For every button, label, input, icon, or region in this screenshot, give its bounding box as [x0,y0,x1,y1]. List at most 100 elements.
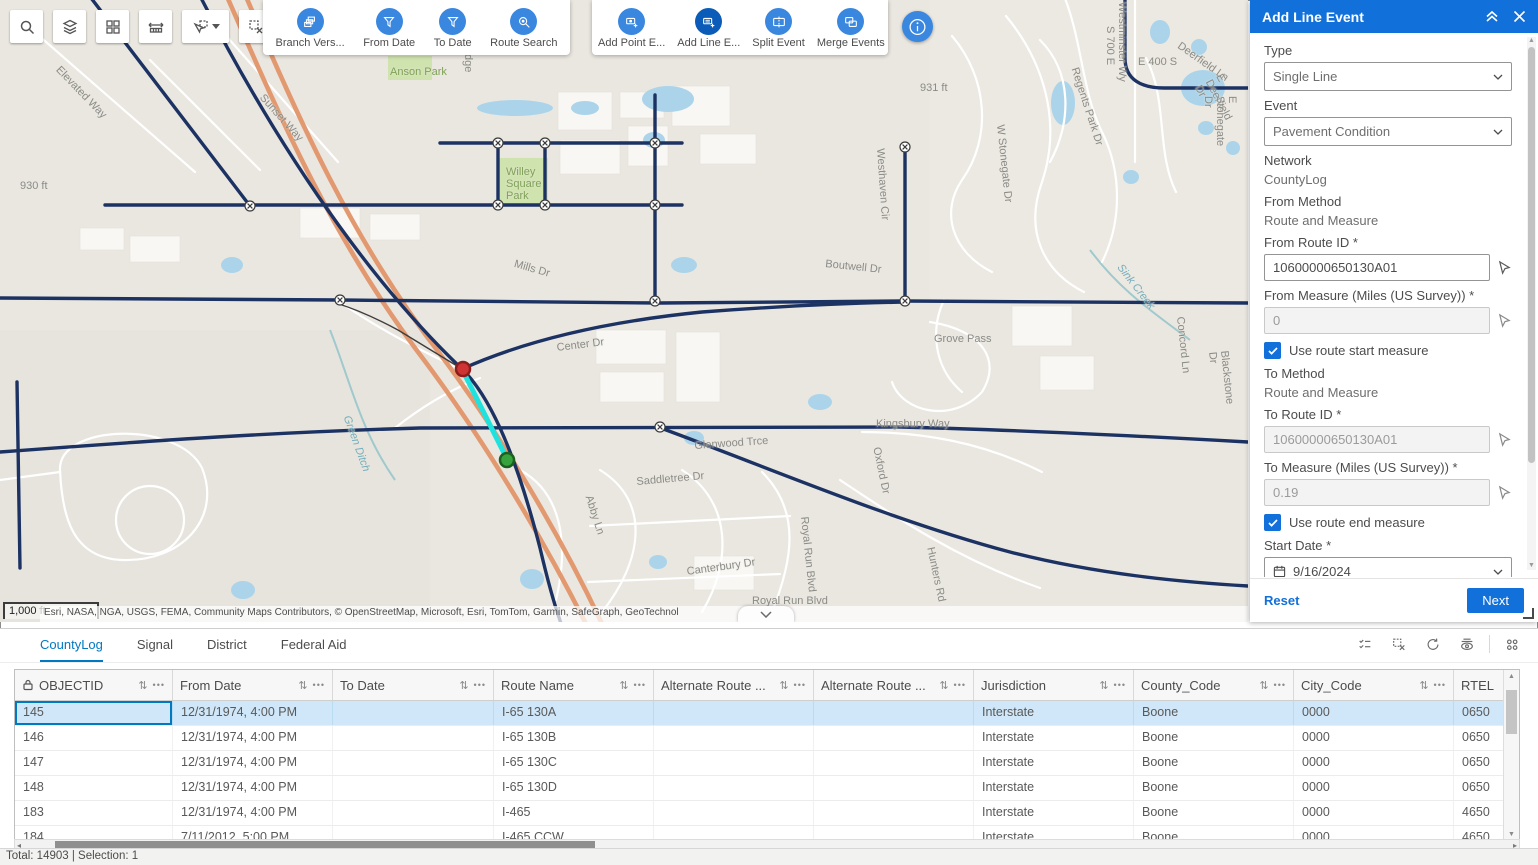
column-menu-icon[interactable]: ••• [313,680,325,690]
add-point-event-button[interactable]: Add Point E... [592,4,671,51]
table-cell[interactable] [654,701,814,725]
close-panel-button[interactable] [1513,10,1526,23]
table-row[interactable]: 14512/31/1974, 4:00 PMI-65 130AInterstat… [15,701,1519,726]
to-measure-input[interactable]: 0.19 [1264,479,1490,506]
table-row[interactable]: 14712/31/1974, 4:00 PM I-65 130C Interstat… [15,751,1519,776]
sort-icon[interactable]: ⇅ [459,679,468,692]
table-cell[interactable]: I-465 [494,801,654,825]
toggle-columns-button[interactable] [1453,631,1481,657]
pick-from-route-on-map-button[interactable] [1497,260,1512,275]
column-header[interactable]: Alternate Route ...⇅••• [654,670,814,700]
table-cell[interactable]: 0000 [1294,801,1454,825]
merge-events-button[interactable]: Merge Events [811,4,891,51]
table-cell[interactable]: Boone [1134,801,1294,825]
table-cell[interactable] [814,776,974,800]
table-cell[interactable]: Boone [1134,751,1294,775]
column-menu-icon[interactable]: ••• [634,680,646,690]
table-cell[interactable] [814,726,974,750]
sort-icon[interactable]: ⇅ [138,679,147,692]
table-cell[interactable]: 145 [15,701,173,725]
pick-to-route-on-map-button[interactable] [1497,432,1512,447]
table-cell[interactable]: I-65 130A [494,701,654,725]
tab-countylog[interactable]: CountyLog [40,629,103,662]
map-collapse-button[interactable] [738,606,794,622]
table-cell[interactable]: I-65 130D [494,776,654,800]
scroll-up-arrow-icon[interactable]: ▲ [1527,37,1536,45]
scrollbar-thumb[interactable] [1528,47,1535,463]
table-cell[interactable]: Interstate [974,776,1134,800]
fields-grid-button[interactable] [1498,631,1526,657]
sort-icon[interactable]: ⇅ [779,679,788,692]
table-row[interactable]: 14812/31/1974, 4:00 PMI-65 130DInterstat… [15,776,1519,801]
table-cell[interactable]: 148 [15,776,173,800]
branch-versions-button[interactable]: Branch Vers... [270,4,351,51]
table-cell[interactable] [814,801,974,825]
table-cell[interactable]: 0000 [1294,701,1454,725]
from-route-id-input[interactable]: 10600000650130A01 [1264,254,1490,281]
start-date-picker[interactable]: 9/16/2024 [1264,557,1512,577]
column-menu-icon[interactable]: ••• [1434,680,1446,690]
table-cell[interactable]: 146 [15,726,173,750]
table-cell[interactable] [814,701,974,725]
table-row[interactable]: 18312/31/1974, 4:00 PMI-465InterstateBoo… [15,801,1519,826]
column-menu-icon[interactable]: ••• [794,680,806,690]
table-cell[interactable] [333,751,494,775]
select-tool-button[interactable] [182,10,229,43]
table-cell[interactable]: I-65 130B [494,726,654,750]
table-cell[interactable]: 0000 [1294,726,1454,750]
scrollbar-thumb[interactable] [1506,690,1517,734]
select-dropdown-caret-icon[interactable] [212,24,220,29]
column-header[interactable]: Jurisdiction⇅••• [974,670,1134,700]
column-header[interactable]: OBJECTID⇅••• [15,670,173,700]
column-header[interactable]: Route Name⇅••• [494,670,654,700]
table-cell[interactable] [333,801,494,825]
table-cell[interactable]: 0000 [1294,776,1454,800]
pick-to-measure-on-map-button[interactable] [1497,485,1512,500]
use-route-end-measure-checkbox[interactable]: Use route end measure [1264,514,1512,531]
table-cell[interactable] [333,701,494,725]
column-menu-icon[interactable]: ••• [1114,680,1126,690]
clear-table-selection-button[interactable] [1385,631,1413,657]
from-measure-input[interactable]: 0 [1264,307,1490,334]
table-row[interactable]: 14612/31/1974, 4:00 PMI-65 130BInterstat… [15,726,1519,751]
scroll-up-arrow-icon[interactable]: ▲ [1504,672,1519,681]
column-menu-icon[interactable]: ••• [954,680,966,690]
measure-button[interactable] [139,10,172,43]
pick-from-measure-on-map-button[interactable] [1497,313,1512,328]
search-button[interactable] [10,10,43,43]
table-cell[interactable]: Interstate [974,701,1134,725]
to-date-button[interactable]: To Date [428,4,478,51]
table-cell[interactable]: I-65 130C [494,751,654,775]
table-cell[interactable]: Boone [1134,701,1294,725]
scroll-down-arrow-icon[interactable]: ▼ [1527,562,1536,570]
next-button[interactable]: Next [1467,588,1524,613]
table-cell[interactable]: Interstate [974,801,1134,825]
from-date-button[interactable]: From Date [357,4,421,51]
add-line-event-button[interactable]: Add Line E... [671,4,746,51]
collapse-panel-button[interactable] [1485,10,1499,23]
map-canvas[interactable]: Elevated WaySunset WayAnson ParkAldridge… [0,0,1248,622]
tab-district[interactable]: District [207,629,247,662]
table-cell[interactable]: Boone [1134,726,1294,750]
sort-icon[interactable]: ⇅ [1259,679,1268,692]
table-cell[interactable]: 12/31/1974, 4:00 PM [173,726,333,750]
table-cell[interactable]: 147 [15,751,173,775]
show-selected-records-button[interactable] [1351,631,1379,657]
tab-federal-aid[interactable]: Federal Aid [281,629,347,662]
table-cell[interactable]: 12/31/1974, 4:00 PM [173,801,333,825]
column-menu-icon[interactable]: ••• [1274,680,1286,690]
event-select[interactable]: Pavement Condition [1264,117,1512,146]
table-cell[interactable] [654,776,814,800]
table-cell[interactable]: Boone [1134,776,1294,800]
type-select[interactable]: Single Line [1264,62,1512,91]
sort-icon[interactable]: ⇅ [939,679,948,692]
table-cell[interactable]: 12/31/1974, 4:00 PM [173,751,333,775]
panel-scrollbar[interactable]: ▲ ▼ [1527,37,1536,570]
column-menu-icon[interactable]: ••• [474,680,486,690]
split-event-button[interactable]: Split Event [746,4,811,51]
route-search-button[interactable]: Route Search [484,4,563,51]
refresh-button[interactable] [1419,631,1447,657]
to-route-id-input[interactable]: 10600000650130A01 [1264,426,1490,453]
use-route-start-measure-checkbox[interactable]: Use route start measure [1264,342,1512,359]
table-cell[interactable]: Interstate [974,751,1134,775]
